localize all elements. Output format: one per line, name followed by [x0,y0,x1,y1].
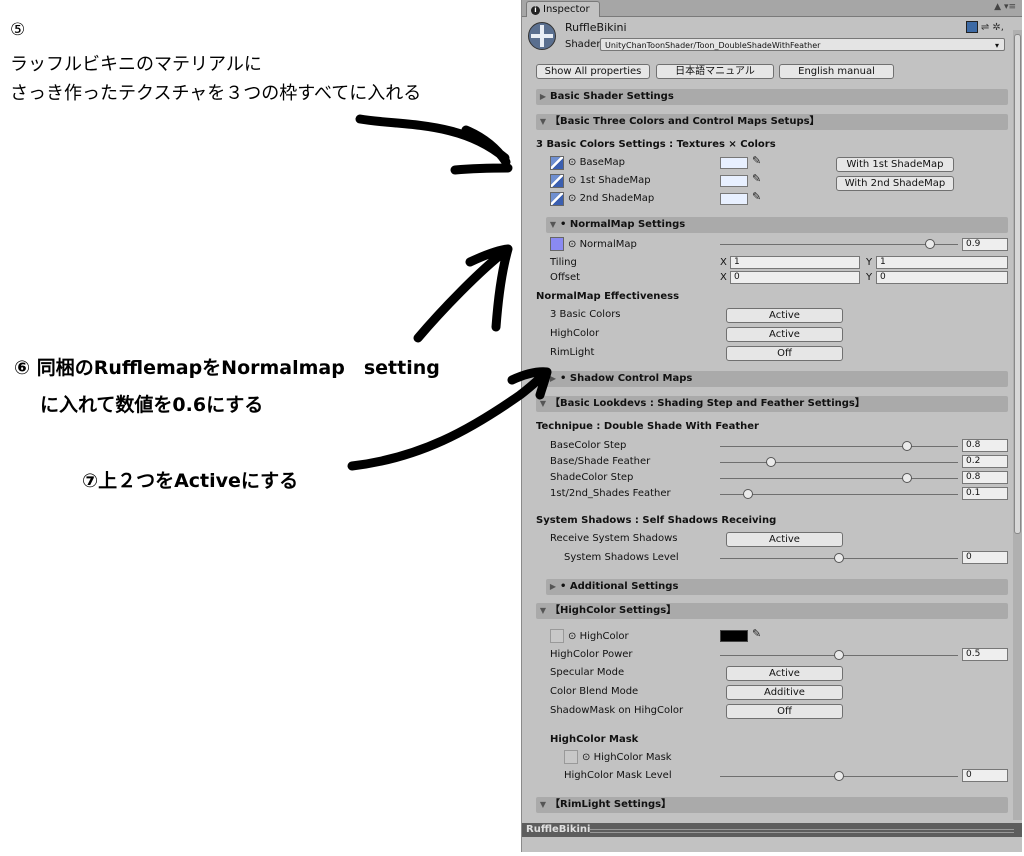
arrow-to-normalmap [413,244,513,343]
arrow-to-texture-slots [355,114,513,175]
annotation-arrows [347,114,552,471]
arrow-to-effectiveness [347,367,552,471]
